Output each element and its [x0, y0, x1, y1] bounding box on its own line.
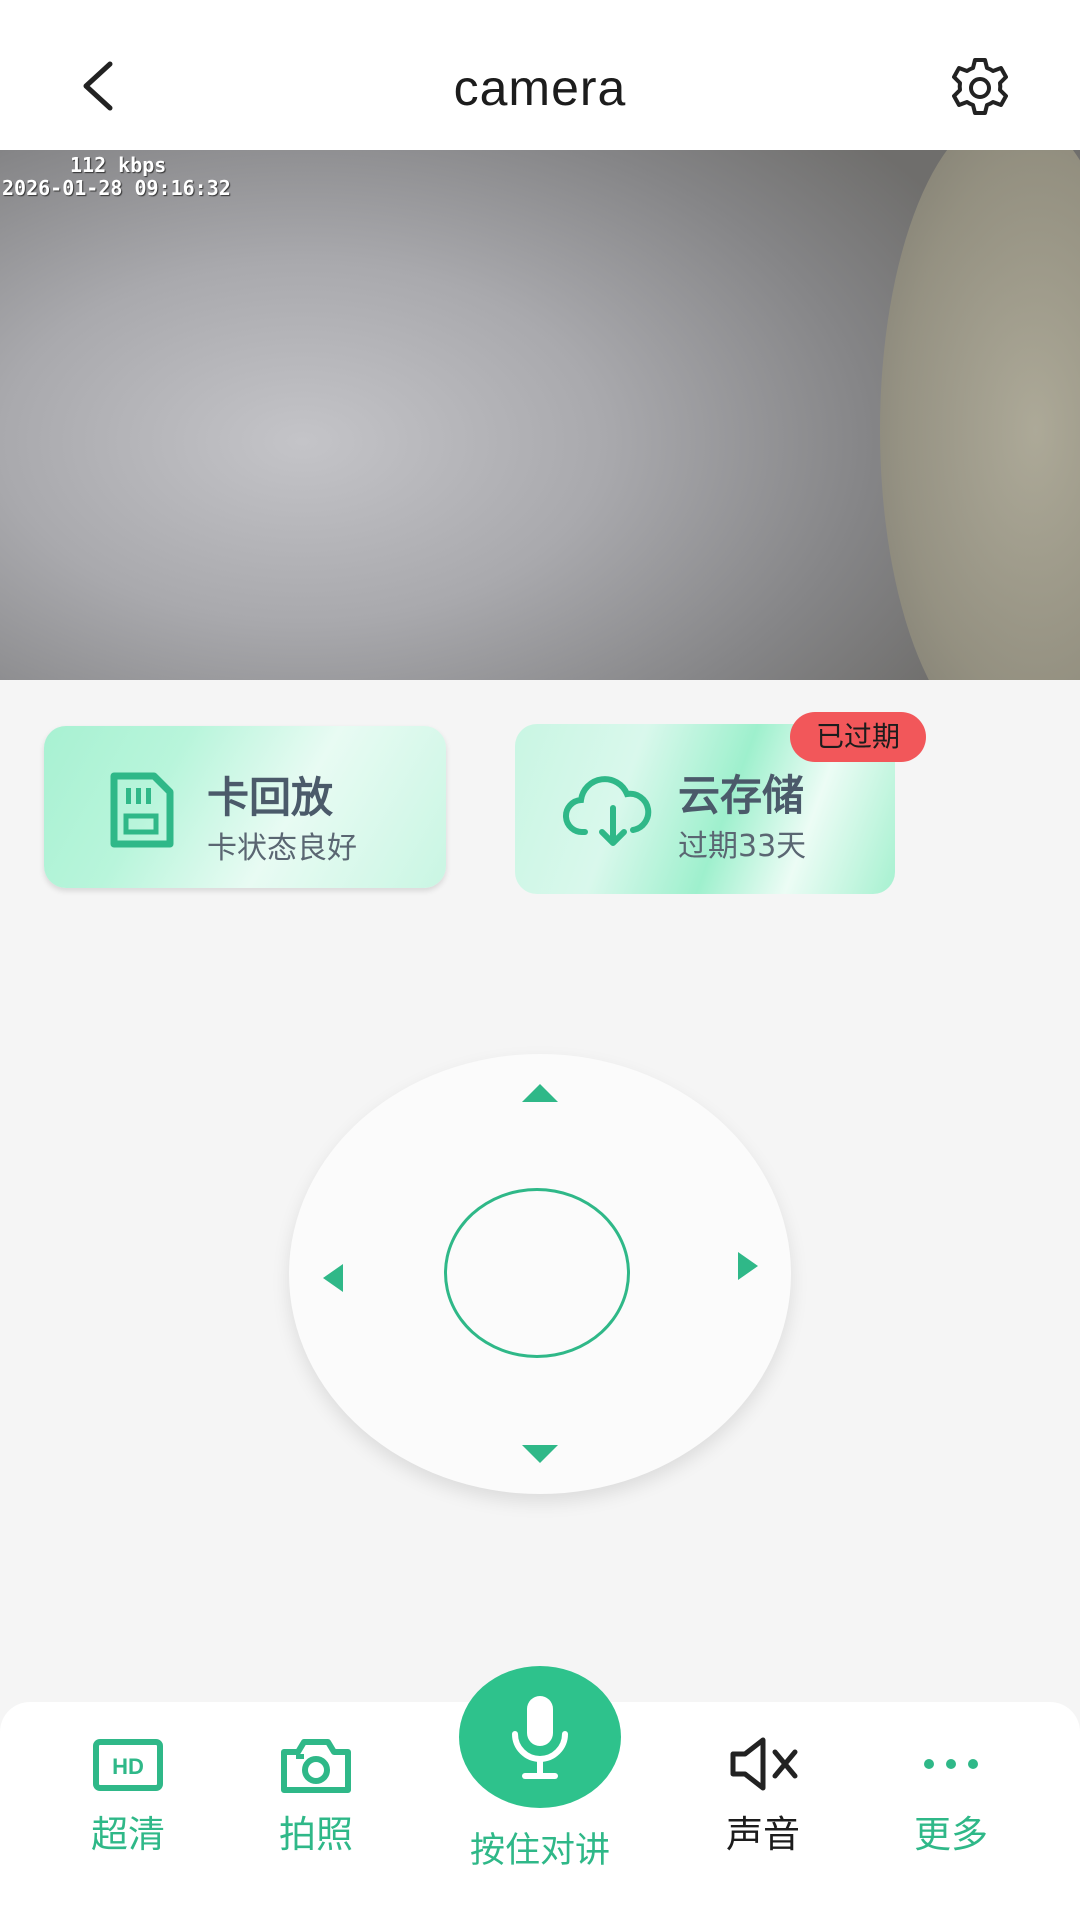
ptz-center-ring[interactable]: [444, 1188, 630, 1358]
ptz-down-arrow-icon[interactable]: [522, 1445, 558, 1463]
card-playback-title: 卡回放: [207, 773, 334, 822]
microphone-icon: [512, 1696, 568, 1779]
expired-badge: 已过期: [790, 712, 926, 762]
snapshot-button[interactable]: 拍照: [236, 1702, 396, 1920]
ptz-right-arrow-icon[interactable]: [738, 1252, 758, 1280]
ptz-left-arrow-icon[interactable]: [323, 1264, 343, 1292]
hd-quality-button[interactable]: HD 超清: [48, 1702, 208, 1920]
svg-text:HD: HD: [112, 1754, 144, 1779]
video-frame-content: [880, 150, 1080, 680]
more-button[interactable]: 更多: [871, 1702, 1031, 1920]
gear-icon[interactable]: [948, 56, 1012, 120]
hd-label: 超清: [91, 1813, 165, 1856]
more-label: 更多: [914, 1813, 988, 1856]
push-to-talk-button[interactable]: [459, 1666, 621, 1808]
sd-card-icon: [110, 772, 174, 848]
snapshot-label: 拍照: [279, 1813, 353, 1856]
live-video-view[interactable]: 112 kbps 2026-01-28 09:16:32: [0, 150, 1080, 680]
top-bar: camera: [0, 0, 1080, 150]
more-dots-icon: [924, 1759, 978, 1769]
cloud-storage-title: 云存储: [678, 771, 805, 820]
camera-icon: [281, 1739, 351, 1793]
bitrate-overlay: 112 kbps: [70, 153, 167, 177]
sound-label: 声音: [726, 1813, 800, 1856]
cloud-download-icon: [563, 776, 652, 846]
sound-toggle-button[interactable]: 声音: [683, 1702, 843, 1920]
hd-icon: HD: [93, 1739, 163, 1791]
back-arrow-icon[interactable]: [70, 50, 130, 122]
cloud-expiry-text: 过期33天: [678, 829, 807, 864]
card-status-text: 卡状态良好: [207, 831, 357, 866]
timestamp-overlay: 2026-01-28 09:16:32: [2, 176, 231, 200]
ptz-up-arrow-icon[interactable]: [522, 1084, 558, 1102]
push-to-talk-label: 按住对讲: [469, 1831, 610, 1871]
speaker-muted-icon: [730, 1737, 798, 1791]
ptz-joystick[interactable]: [289, 1054, 791, 1494]
card-playback-button[interactable]: 卡回放 卡状态良好: [44, 726, 446, 888]
